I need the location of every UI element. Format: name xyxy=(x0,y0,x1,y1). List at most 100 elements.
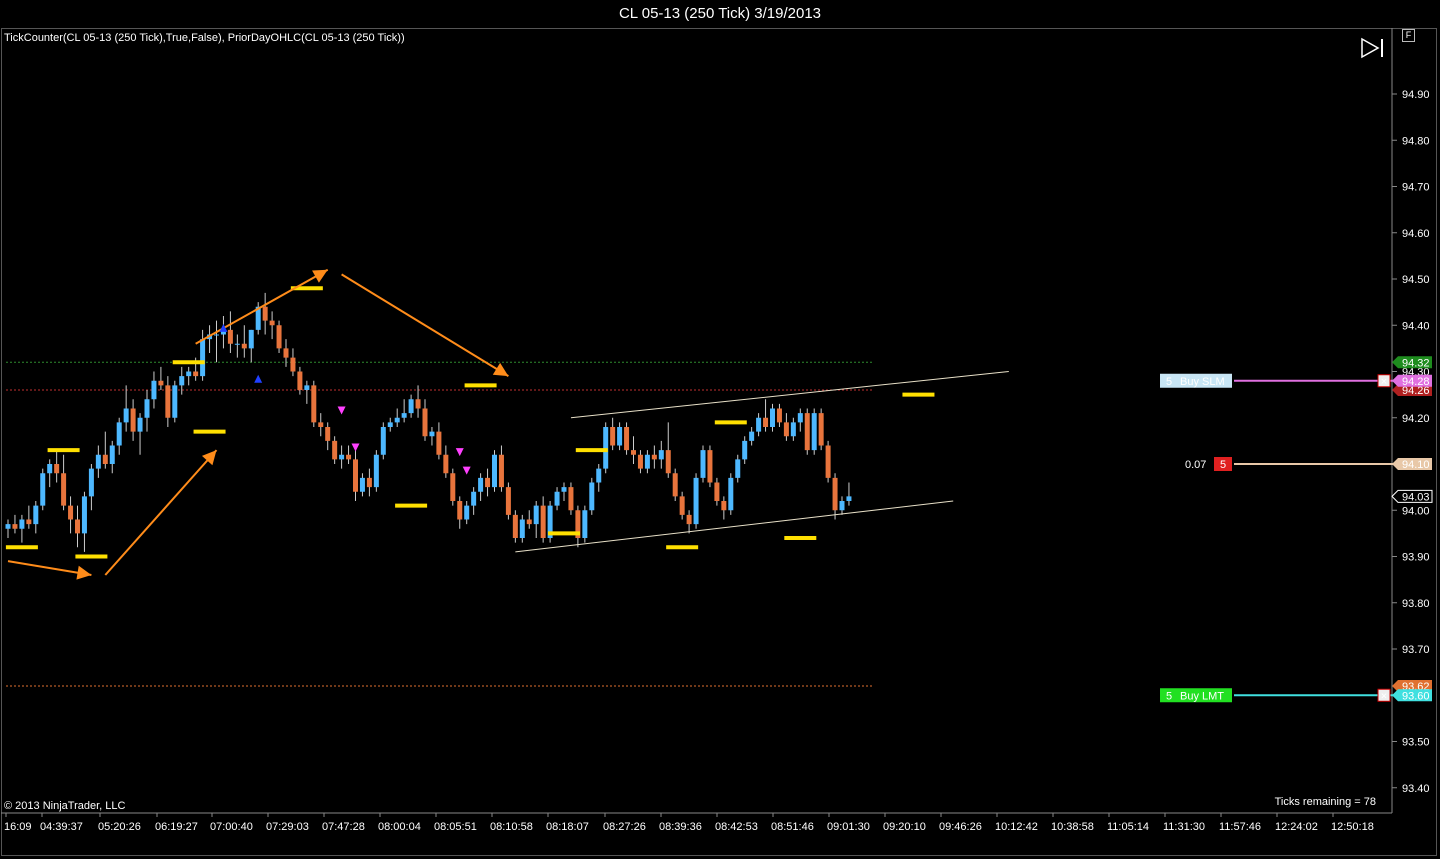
candle-body xyxy=(783,422,789,437)
candle-body xyxy=(825,445,831,478)
x-tick-label: 11:05:14 xyxy=(1107,821,1149,833)
arrow-line[interactable] xyxy=(341,273,509,377)
last-price-badge-label: 94.03 xyxy=(1402,491,1430,503)
trendline[interactable] xyxy=(515,500,954,553)
x-tick-label: 09:01:30 xyxy=(827,821,870,833)
swing-marker xyxy=(193,429,226,434)
candle-body xyxy=(325,427,331,441)
x-tick-label: 08:00:04 xyxy=(378,821,421,833)
arrow-line[interactable] xyxy=(104,449,218,576)
candle-body xyxy=(526,519,532,525)
candle-body xyxy=(269,320,275,326)
candle-body xyxy=(519,519,525,538)
candle-body xyxy=(186,371,192,377)
y-tick-label: 93.40 xyxy=(1402,783,1430,795)
candle-body xyxy=(686,514,692,525)
candle-body xyxy=(151,380,157,400)
signal-down-icon xyxy=(351,443,360,452)
candle-body xyxy=(88,468,94,497)
candle-body xyxy=(707,450,713,483)
candle-body xyxy=(776,408,782,423)
candle-body xyxy=(596,468,602,483)
candle-body xyxy=(672,473,678,497)
y-tick-label: 93.50 xyxy=(1402,737,1430,749)
x-tick-label: 11:57:46 xyxy=(1219,821,1261,833)
y-tick-label: 94.20 xyxy=(1402,413,1430,425)
swing-marker xyxy=(172,360,205,365)
candle-body xyxy=(637,454,643,469)
x-tick-label: 16:09 xyxy=(4,821,32,833)
swing-marker xyxy=(666,545,699,550)
x-tick-label: 09:46:26 xyxy=(939,821,982,833)
arrow-head xyxy=(492,362,509,377)
candle-body xyxy=(366,477,372,488)
candle-body xyxy=(561,487,567,492)
y-tick-label: 94.60 xyxy=(1402,228,1430,240)
candle-body xyxy=(339,454,345,460)
candle-body xyxy=(651,454,657,460)
arrow-line[interactable] xyxy=(195,268,329,345)
signal-down-icon xyxy=(337,406,346,415)
candle-body xyxy=(353,459,358,492)
candle-body xyxy=(624,427,630,451)
cancel-lmt-glyph: × xyxy=(1381,690,1387,702)
prior-high-badge-label: 94.32 xyxy=(1402,357,1430,369)
position-qty: 5 xyxy=(1220,459,1226,471)
candle-body xyxy=(631,450,636,455)
buy-slm-qty: 5 xyxy=(1166,376,1172,388)
candle-body xyxy=(387,422,393,427)
candle-body xyxy=(318,422,324,427)
y-tick-label: 94.80 xyxy=(1402,135,1430,147)
candle-body xyxy=(832,477,838,511)
candle-body xyxy=(464,505,470,520)
candle-body xyxy=(144,399,150,418)
candle-body xyxy=(12,524,18,529)
signal-up-icon xyxy=(219,323,228,332)
candle-body xyxy=(241,343,247,349)
candle-body xyxy=(179,376,185,386)
candle-body xyxy=(227,329,233,344)
candle-body xyxy=(679,496,685,515)
swing-marker xyxy=(575,448,608,453)
x-tick-label: 08:42:53 xyxy=(715,821,758,833)
candle-body xyxy=(721,501,727,511)
candle-body xyxy=(415,399,421,409)
candle-body xyxy=(346,454,352,460)
candle-body xyxy=(172,385,178,418)
candle-body xyxy=(422,408,428,437)
candle-body xyxy=(498,454,504,488)
candle-body xyxy=(81,496,87,534)
candle-body xyxy=(214,334,219,336)
candle-body xyxy=(603,427,609,469)
candle-body xyxy=(95,454,101,469)
swing-marker xyxy=(464,383,497,388)
buy-lmt-label: Buy LMT xyxy=(1180,690,1224,702)
candle-body xyxy=(373,454,379,488)
trendline[interactable] xyxy=(570,371,1009,419)
x-tick-label: 09:20:10 xyxy=(883,821,926,833)
candle-body xyxy=(790,422,796,437)
candle-body xyxy=(582,510,588,538)
swing-marker xyxy=(395,503,428,508)
candle-body xyxy=(749,431,755,441)
swing-marker xyxy=(714,420,747,425)
swing-marker xyxy=(548,531,580,536)
x-tick-label: 07:00:40 xyxy=(210,821,253,833)
candle-body xyxy=(68,505,74,520)
candle-body xyxy=(554,491,560,506)
candle-body xyxy=(5,524,11,529)
candle-body xyxy=(165,385,171,418)
candle-body xyxy=(102,454,108,464)
candle-body xyxy=(846,496,852,501)
candle-body xyxy=(700,450,706,478)
candle-body xyxy=(19,519,25,529)
x-tick-label: 08:39:36 xyxy=(659,821,702,833)
candle-body xyxy=(589,482,595,511)
candle-body xyxy=(311,385,317,423)
candle-body xyxy=(26,519,32,525)
price-chart[interactable]: 94.9094.8094.7094.6094.5094.4094.3094.20… xyxy=(0,0,1440,859)
arrow-head xyxy=(76,565,92,580)
candle-body xyxy=(568,487,574,511)
candle-body xyxy=(714,482,720,501)
candle-body xyxy=(763,417,769,427)
